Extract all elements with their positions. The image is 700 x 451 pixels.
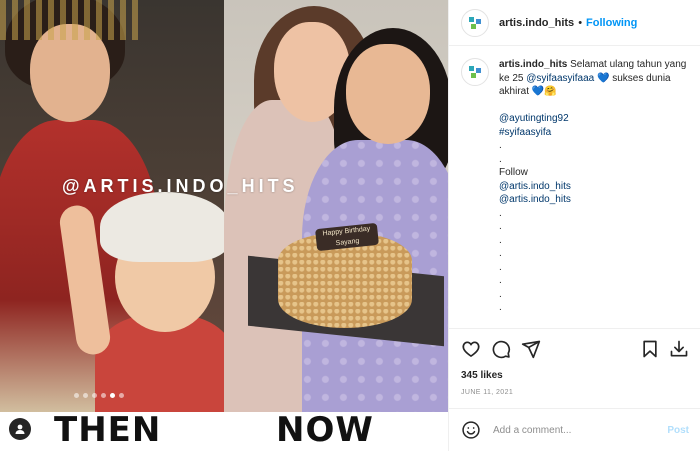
caption-dot: . [499, 302, 502, 313]
header-separator: • [578, 16, 583, 29]
post-sidebar: artis.indo_hits • Following artis.indo_h… [448, 0, 700, 451]
post-comment-button[interactable]: Post [667, 425, 689, 436]
carousel-dot [101, 393, 106, 398]
caption-text: artis.indo_hits Selamat ulang tahun yang… [499, 58, 695, 326]
heart-icon [462, 341, 480, 358]
post-header: artis.indo_hits • Following [449, 0, 700, 46]
caption-dot: . [499, 207, 502, 219]
avatar[interactable] [461, 8, 489, 37]
heart-emoji: 💙 [597, 72, 610, 84]
caption-username[interactable]: artis.indo_hits [499, 59, 567, 70]
instagram-post: Happy Birthday Sayang @ARTIS.INDO_HITS T… [0, 0, 700, 451]
comment-bar: Post [449, 408, 700, 451]
post-media[interactable]: Happy Birthday Sayang @ARTIS.INDO_HITS T… [0, 0, 448, 451]
send-icon [521, 340, 541, 359]
now-photo: Happy Birthday Sayang [224, 0, 448, 412]
watermark: @ARTIS.INDO_HITS [62, 176, 299, 196]
like-button[interactable] [461, 339, 481, 359]
caption-spacer: ​ [499, 99, 695, 113]
caption-dot: . [499, 288, 502, 300]
caption-hashtag[interactable]: #syifaasyifa [499, 126, 695, 140]
carousel-dot [119, 393, 124, 398]
brand-logo-icon [469, 66, 481, 78]
caption-dot: . [499, 275, 502, 286]
comment-icon [492, 340, 511, 359]
caption-mention[interactable]: @syifaasyifaaa [526, 73, 594, 84]
carousel-dot [74, 393, 79, 398]
caption-dot: . [499, 153, 502, 165]
caption-area: artis.indo_hits Selamat ulang tahun yang… [461, 58, 697, 326]
then-label: THEN [54, 410, 162, 450]
carousel-indicator [74, 393, 124, 398]
now-label: NOW [276, 410, 374, 450]
action-bar [449, 328, 700, 369]
caption-dot: . [499, 261, 502, 273]
emoji-picker-button[interactable] [461, 420, 481, 440]
smiley-icon [462, 421, 480, 439]
carousel-dot [92, 393, 97, 398]
caption-follow-link[interactable]: @artis.indo_hits [499, 180, 695, 194]
caption-follow-link[interactable]: @artis.indo_hits [499, 193, 695, 207]
download-button[interactable] [669, 339, 689, 359]
carousel-dot-active [110, 393, 115, 398]
heart-hug-emoji: 💙🤗 [531, 86, 557, 97]
share-button[interactable] [521, 339, 541, 359]
person-icon [15, 424, 25, 434]
brand-logo-icon [469, 16, 481, 29]
caption-dot: . [499, 140, 502, 151]
caption-follow-word: Follow [499, 167, 528, 178]
caption-dot: . [499, 248, 502, 259]
save-button[interactable] [640, 339, 660, 359]
comment-button[interactable] [491, 339, 511, 359]
like-count[interactable]: 345 likes [461, 370, 503, 381]
download-icon [670, 340, 688, 357]
caption-tag[interactable]: @ayutingting92 [499, 112, 695, 126]
bookmark-icon [643, 340, 657, 358]
header-username[interactable]: artis.indo_hits [499, 17, 574, 29]
carousel-dot [83, 393, 88, 398]
caption-dot: . [499, 221, 502, 232]
post-date[interactable]: JUNE 11, 2021 [461, 389, 513, 396]
boy-hat [100, 192, 224, 262]
caption-avatar[interactable] [461, 58, 489, 86]
tagged-users-button[interactable] [9, 418, 31, 440]
caption-first-line: artis.indo_hits Selamat ulang tahun yang… [499, 58, 695, 99]
woman-right-face [346, 44, 430, 144]
comment-input[interactable] [491, 423, 655, 437]
caption-dot: . [499, 234, 502, 246]
following-button[interactable]: Following [586, 17, 637, 29]
then-photo [0, 0, 224, 412]
headdress [0, 0, 140, 40]
